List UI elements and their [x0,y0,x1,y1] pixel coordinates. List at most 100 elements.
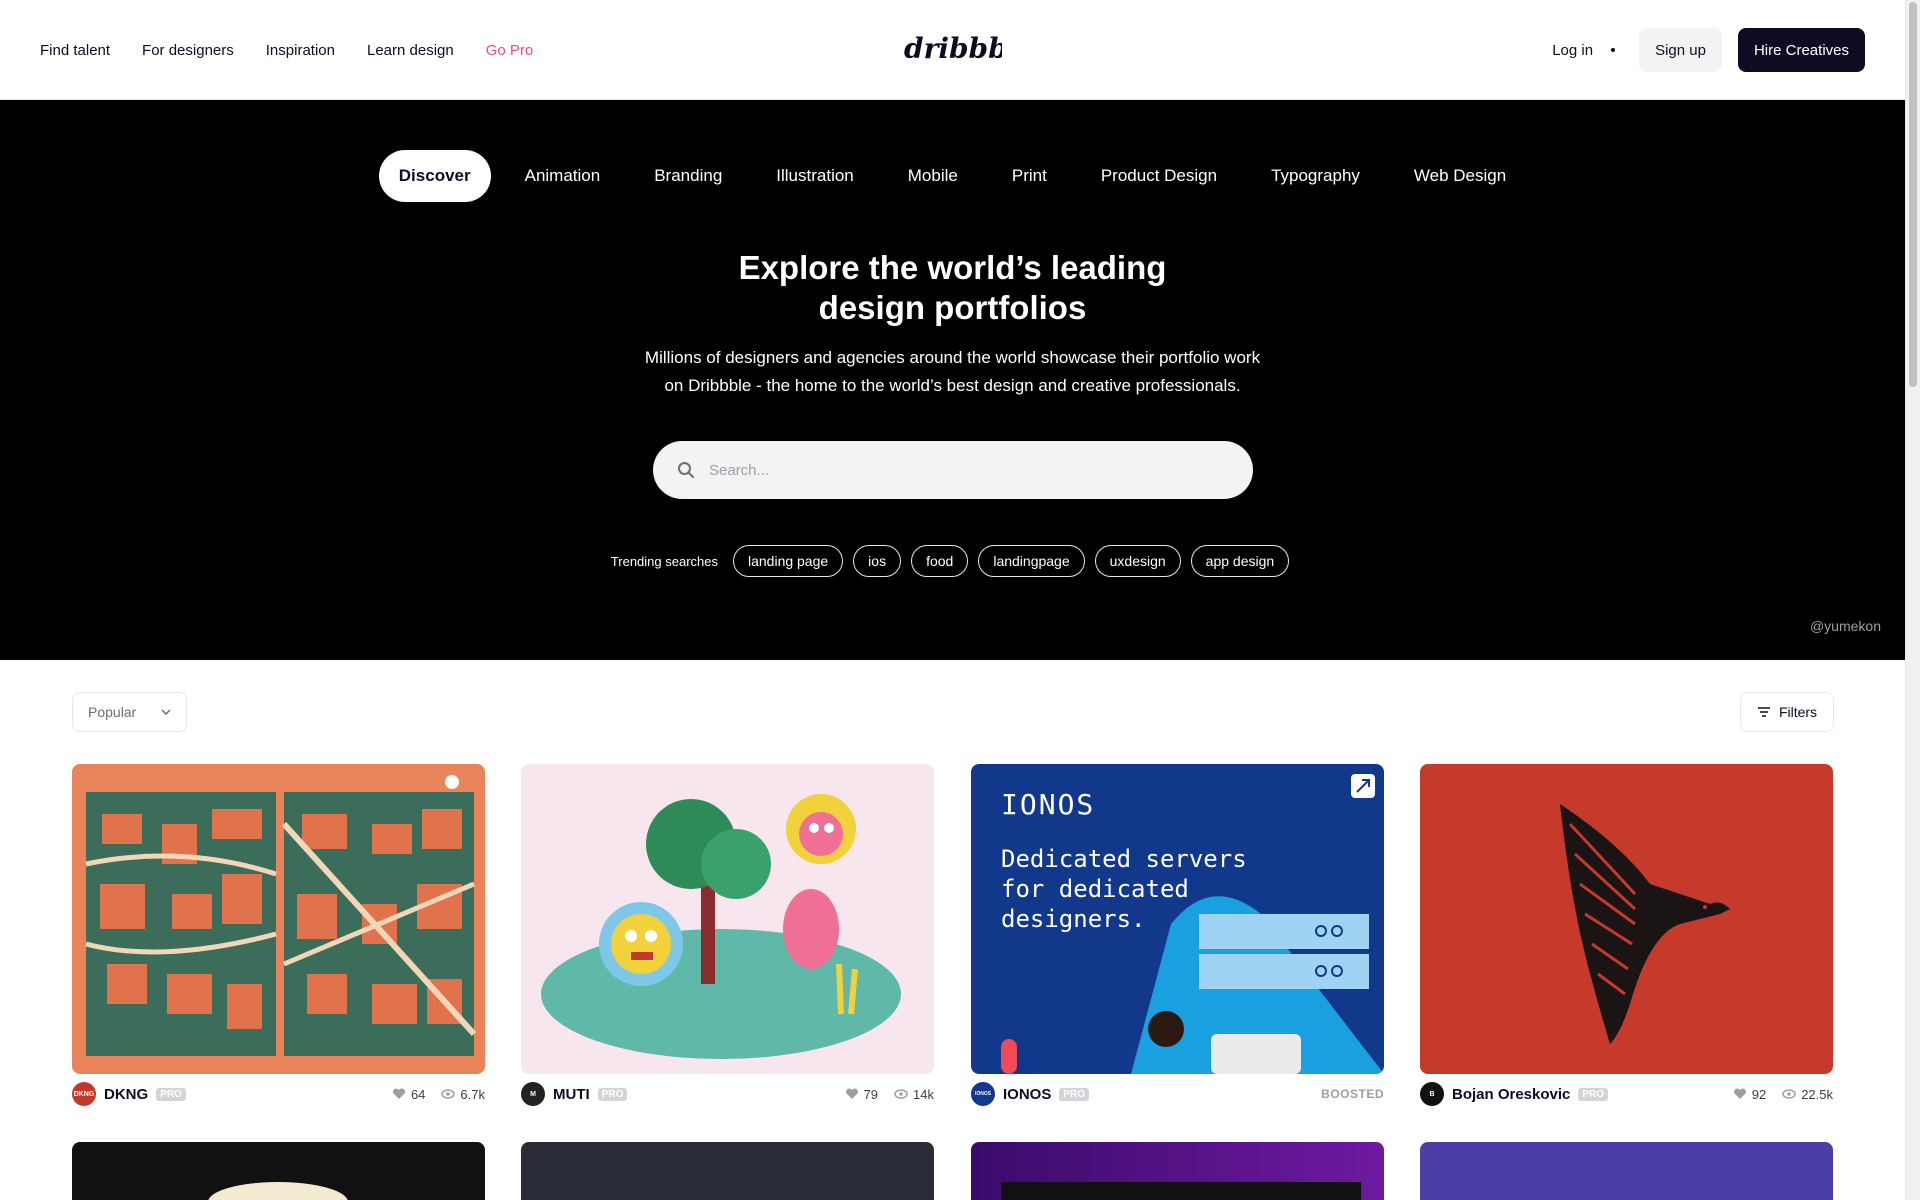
likes-count: 92 [1751,1086,1767,1102]
hero-title-line1: Explore the world’s leading [738,249,1167,286]
tab-mobile[interactable]: Mobile [888,150,978,202]
ad-brand: IONOS [1001,788,1096,821]
nav-inspiration[interactable]: Inspiration [266,42,335,59]
views-count: 22.5k [1801,1086,1833,1102]
shot-meta: B Bojan Oreskovic PRO 92 22.5k [1420,1082,1833,1106]
nav-learn-design[interactable]: Learn design [367,42,454,59]
tab-discover[interactable]: Discover [378,150,491,202]
eye-icon [894,1089,908,1099]
trending-tag[interactable]: food [911,545,969,577]
boosted-label: BOOSTED [1321,1087,1384,1101]
login-link[interactable]: Log in [1552,42,1593,59]
trending-searches: Trending searches landing page ios food … [0,545,1905,577]
trending-label: Trending searches [610,553,718,569]
pro-badge: PRO [1578,1087,1609,1101]
filters-button[interactable]: Filters [1740,692,1834,732]
page-scrollbar[interactable] [1905,0,1920,1200]
shot-card[interactable]: M MUTI PRO 79 14k [521,764,934,1106]
account-nav: Log in Sign up Hire Creatives [1552,0,1865,100]
trending-tag[interactable]: app design [1190,545,1290,577]
heart-icon[interactable] [392,1088,406,1100]
shot-meta: M MUTI PRO 79 14k [521,1082,934,1106]
shot-thumbnail[interactable] [1420,764,1833,1074]
shot-thumbnail[interactable] [971,1142,1384,1200]
avatar[interactable]: IONOS [971,1082,995,1106]
ui-mockup-graphic [1001,1182,1361,1200]
designer-name[interactable]: DKNG [104,1086,148,1103]
hero-section: Discover Animation Branding Illustration… [0,100,1905,660]
ad-headline: Dedicated servers for dedicated designer… [1001,844,1247,934]
designer-name[interactable]: MUTI [553,1086,590,1103]
trending-tag[interactable]: uxdesign [1094,545,1181,577]
tab-product-design[interactable]: Product Design [1081,150,1237,202]
filters-label: Filters [1778,704,1818,720]
primary-nav: Find talent For designers Inspiration Le… [40,0,533,100]
shot-card[interactable]: B Bojan Oreskovic PRO 92 22.5k [1420,764,1833,1106]
ad-line: Dedicated servers [1001,845,1247,873]
hero-title: Explore the world’s leading design portf… [0,248,1905,328]
views-count: 14k [913,1086,934,1102]
nav-for-designers[interactable]: For designers [142,42,234,59]
ad-thumbnail[interactable]: IONOS Dedicated servers for dedicated de… [971,764,1384,1074]
raven-illustration [1560,804,1730,1044]
pro-badge: PRO [1059,1087,1090,1101]
ad-line: designers. [1001,905,1146,933]
shot-thumbnail[interactable] [1420,1142,1833,1200]
heart-icon[interactable] [845,1088,859,1100]
shot-meta: IONOS IONOS PRO BOOSTED [971,1082,1384,1106]
scrollbar-thumb[interactable] [1909,2,1917,387]
sort-value: Popular [88,704,137,720]
hero-credit-link[interactable]: @yumekon [1810,618,1881,634]
site-header: Find talent For designers Inspiration Le… [0,0,1905,100]
signup-button[interactable]: Sign up [1639,28,1722,72]
sort-select[interactable]: Popular [72,692,187,732]
likes-count: 79 [863,1086,879,1102]
shot-stats: 79 14k [845,1087,934,1102]
dribbble-logo[interactable]: dribbble [904,28,1002,68]
nav-find-talent[interactable]: Find talent [40,42,110,59]
search-icon [678,462,694,478]
ad-line: for dedicated [1001,875,1189,903]
city-map-illustration [85,775,477,1056]
chevron-down-icon [161,709,171,715]
shot-thumbnail[interactable] [72,1142,485,1200]
shot-thumbnail[interactable] [521,1142,934,1200]
trending-tag[interactable]: ios [853,545,902,577]
shot-stats: 92 22.5k [1733,1087,1833,1102]
shot-card[interactable]: DKNG DKNG PRO 64 6.7k [72,764,485,1106]
trending-tag[interactable]: landingpage [978,545,1085,577]
eye-icon [441,1089,456,1099]
logo-text: dribbble [904,32,1002,65]
pro-badge: PRO [156,1087,186,1101]
tab-animation[interactable]: Animation [505,150,621,202]
shot-thumbnail[interactable] [72,764,485,1074]
shot-card[interactable]: IONOS Dedicated servers for dedicated de… [971,764,1384,1106]
shot-meta: DKNG DKNG PRO 64 6.7k [72,1082,485,1106]
likes-count: 64 [410,1086,426,1102]
filter-icon [1757,707,1770,717]
tab-illustration[interactable]: Illustration [756,150,873,202]
search-bar[interactable] [653,441,1253,499]
tab-web-design[interactable]: Web Design [1394,150,1526,202]
eye-icon [1782,1089,1796,1099]
hero-subtitle-line1: Millions of designers and agencies aroun… [644,348,1261,367]
monsters-illustration [541,794,901,1059]
hero-title-line2: design portfolios [818,289,1087,326]
tab-print[interactable]: Print [992,150,1067,202]
shot-stats: 64 6.7k [392,1087,485,1102]
pro-badge: PRO [597,1087,628,1101]
heart-icon[interactable] [1733,1088,1747,1100]
avatar[interactable]: B [1420,1082,1444,1106]
avatar[interactable]: M [521,1082,545,1106]
nav-go-pro[interactable]: Go Pro [486,42,534,59]
designer-name[interactable]: Bojan Oreskovic [1452,1086,1570,1103]
hire-creatives-button[interactable]: Hire Creatives [1737,28,1865,72]
search-input[interactable] [709,461,1209,479]
designer-name[interactable]: IONOS [1003,1086,1051,1103]
trending-tag[interactable]: landing page [732,545,844,577]
tab-branding[interactable]: Branding [634,150,742,202]
tab-typography[interactable]: Typography [1251,150,1380,202]
avatar[interactable]: DKNG [72,1082,96,1106]
views-count: 6.7k [460,1086,485,1102]
shot-thumbnail[interactable] [521,764,934,1074]
